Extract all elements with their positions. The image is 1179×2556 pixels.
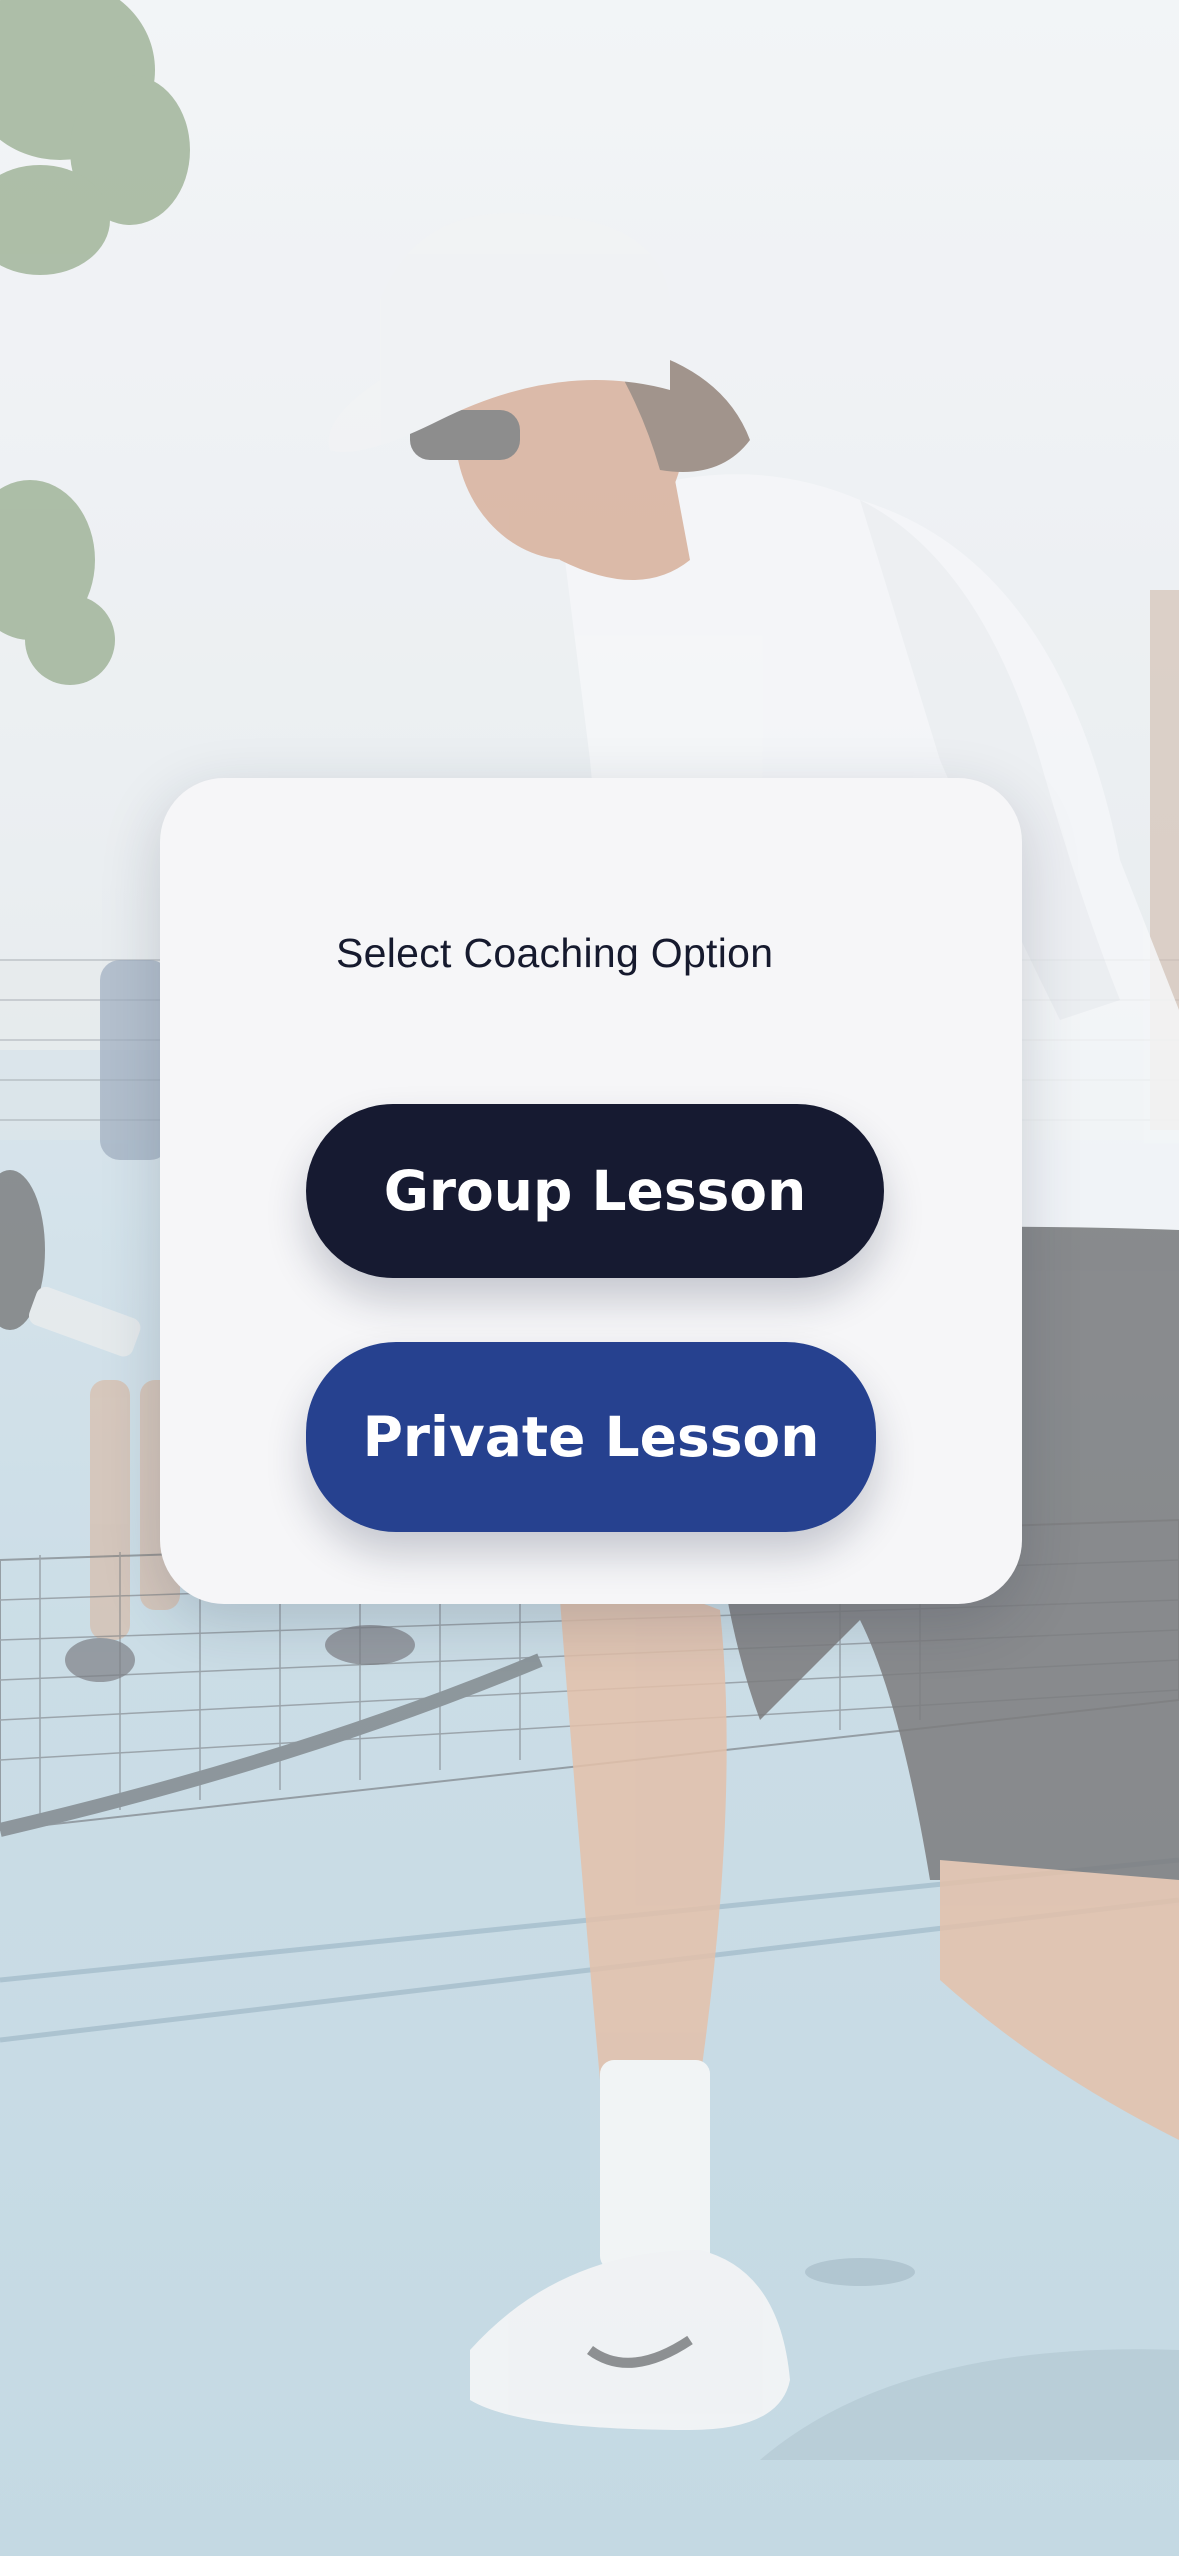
group-lesson-button[interactable]: Group Lesson [306, 1104, 884, 1278]
private-lesson-button[interactable]: Private Lesson [306, 1342, 876, 1532]
private-lesson-label: Private Lesson [362, 1405, 820, 1469]
group-lesson-label: Group Lesson [383, 1159, 807, 1223]
card-title: Select Coaching Option [336, 930, 774, 976]
coaching-option-card: Select Coaching Option Group Lesson Priv… [160, 778, 1022, 1604]
